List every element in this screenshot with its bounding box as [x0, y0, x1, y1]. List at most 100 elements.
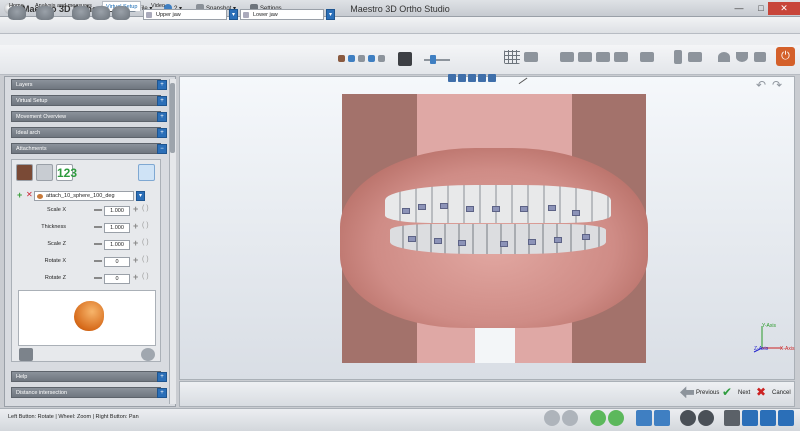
attachment-bracket[interactable] — [572, 210, 580, 216]
tooth-tool-icon[interactable] — [8, 6, 26, 20]
attachment-bracket[interactable] — [520, 206, 528, 212]
attachment-bracket[interactable] — [500, 241, 508, 247]
layers-icon[interactable] — [358, 55, 365, 62]
expand-icon[interactable]: + — [157, 96, 167, 106]
decrement-button[interactable] — [94, 243, 102, 245]
view-top-icon[interactable] — [640, 52, 654, 62]
reset-icon[interactable]: ( ) — [142, 239, 149, 246]
param-value-input[interactable]: 0 — [104, 257, 130, 267]
attachment-bracket[interactable] — [434, 238, 442, 244]
view-mode-icon[interactable] — [478, 74, 486, 82]
grid-options-icon[interactable] — [524, 52, 538, 62]
view-right-icon[interactable] — [596, 52, 610, 62]
zoom-in-icon[interactable] — [544, 410, 560, 426]
crosshair-icon[interactable] — [138, 164, 155, 181]
reset-icon[interactable]: ( ) — [142, 273, 149, 280]
increment-button[interactable]: + — [133, 221, 138, 231]
expand-icon[interactable]: + — [157, 112, 167, 122]
cube-blue-icon[interactable] — [742, 410, 758, 426]
param-value-input[interactable]: 1.000 — [104, 223, 130, 233]
section-attachments[interactable]: Attachments − — [11, 143, 167, 154]
jaw-tool-icon[interactable] — [36, 6, 54, 20]
render-solid-icon[interactable] — [680, 410, 696, 426]
next-button[interactable]: ✔ Next — [722, 386, 750, 400]
opacity-slider[interactable] — [424, 59, 450, 61]
view-mode-icon[interactable] — [488, 74, 496, 82]
both-arches-icon[interactable] — [754, 52, 766, 62]
attachment-bracket[interactable] — [582, 234, 590, 240]
cancel-button[interactable]: ✖ Cancel — [756, 386, 791, 400]
increment-button[interactable]: + — [133, 255, 138, 265]
increment-button[interactable]: + — [133, 204, 138, 214]
section-virtual-setup[interactable]: Virtual Setup + — [11, 95, 167, 106]
cut-icon[interactable] — [378, 55, 385, 62]
param-value-input[interactable]: 1.000 — [104, 206, 130, 216]
section-layers[interactable]: Layers + — [11, 79, 167, 90]
reset-icon[interactable]: ( ) — [142, 205, 149, 212]
attachment-tool-icon[interactable] — [16, 164, 33, 181]
window-view-icon[interactable] — [636, 410, 652, 426]
opacity-slider-handle[interactable] — [430, 55, 436, 64]
view-front-icon[interactable] — [560, 52, 574, 62]
attachment-bracket[interactable] — [492, 206, 500, 212]
decrement-button[interactable] — [94, 277, 102, 279]
attachment-color-icon[interactable] — [338, 55, 345, 62]
view-toggle-icon[interactable] — [348, 55, 355, 62]
cube-grey-icon[interactable] — [724, 410, 740, 426]
separation-icon[interactable] — [688, 52, 702, 62]
attachment-bracket[interactable] — [408, 236, 416, 242]
attachment-bracket[interactable] — [554, 237, 562, 243]
display-mode-icon[interactable] — [368, 55, 375, 62]
zoom-fit-icon[interactable] — [590, 410, 606, 426]
power-button[interactable]: ⏻ — [776, 47, 795, 66]
expand-icon[interactable]: + — [157, 372, 167, 382]
previous-button[interactable]: Previous — [680, 386, 719, 400]
attachment-bracket[interactable] — [548, 205, 556, 211]
minimize-button[interactable]: — — [728, 2, 750, 15]
attachment-type-dropdown-button[interactable]: ▾ — [136, 191, 145, 201]
cube-transparent-icon[interactable] — [760, 410, 776, 426]
crown-tool-icon[interactable] — [72, 6, 90, 20]
zoom-extents-icon[interactable] — [608, 410, 624, 426]
view-left-icon[interactable] — [578, 52, 592, 62]
increment-button[interactable]: + — [133, 272, 138, 282]
grid-icon[interactable] — [504, 50, 520, 64]
decrement-button[interactable] — [94, 209, 102, 211]
upper-jaw-select[interactable]: Upper jaw — [143, 9, 227, 20]
lower-jaw-select[interactable]: Lower jaw — [240, 9, 324, 20]
measure-icon[interactable] — [514, 71, 528, 85]
view-mode-icon[interactable] — [448, 74, 456, 82]
section-help[interactable]: Help + — [11, 371, 167, 382]
occlusion-icon[interactable] — [674, 50, 682, 64]
lower-arch-icon[interactable] — [736, 52, 748, 62]
section-movement-overview[interactable]: Movement Overview + — [11, 111, 167, 122]
split-view-icon[interactable] — [654, 410, 670, 426]
collapse-icon[interactable]: − — [157, 144, 167, 154]
redo-icon[interactable]: ↷ — [772, 78, 782, 92]
scrollbar-thumb[interactable] — [170, 83, 175, 153]
undo-icon[interactable]: ↶ — [756, 78, 766, 92]
upper-jaw-dropdown-button[interactable]: ▾ — [229, 9, 238, 20]
expand-icon[interactable]: + — [157, 388, 167, 398]
add-attachment-icon[interactable]: + — [17, 190, 22, 200]
close-window-button[interactable]: ✕ — [768, 2, 800, 15]
lower-teeth[interactable] — [390, 224, 606, 254]
attachment-bracket[interactable] — [418, 204, 426, 210]
expand-icon[interactable]: + — [157, 128, 167, 138]
decrement-button[interactable] — [94, 226, 102, 228]
attachment-library-icon[interactable] — [36, 164, 53, 181]
reset-icon[interactable]: ( ) — [142, 222, 149, 229]
molar-tool-icon[interactable] — [112, 6, 130, 20]
section-ideal-arch[interactable]: Ideal arch + — [11, 127, 167, 138]
arch-tool-icon[interactable] — [92, 6, 110, 20]
attachment-bracket[interactable] — [528, 239, 536, 245]
apply-attachment-icon[interactable] — [19, 348, 33, 361]
section-distance-intersection[interactable]: Distance intersection + — [11, 387, 167, 398]
zoom-out-icon[interactable] — [562, 410, 578, 426]
attachment-bracket[interactable] — [402, 208, 410, 214]
attachment-bracket[interactable] — [466, 206, 474, 212]
view-mode-icon[interactable] — [458, 74, 466, 82]
attachment-bracket[interactable] — [458, 240, 466, 246]
view-back-icon[interactable] — [614, 52, 628, 62]
param-value-input[interactable]: 0 — [104, 274, 130, 284]
